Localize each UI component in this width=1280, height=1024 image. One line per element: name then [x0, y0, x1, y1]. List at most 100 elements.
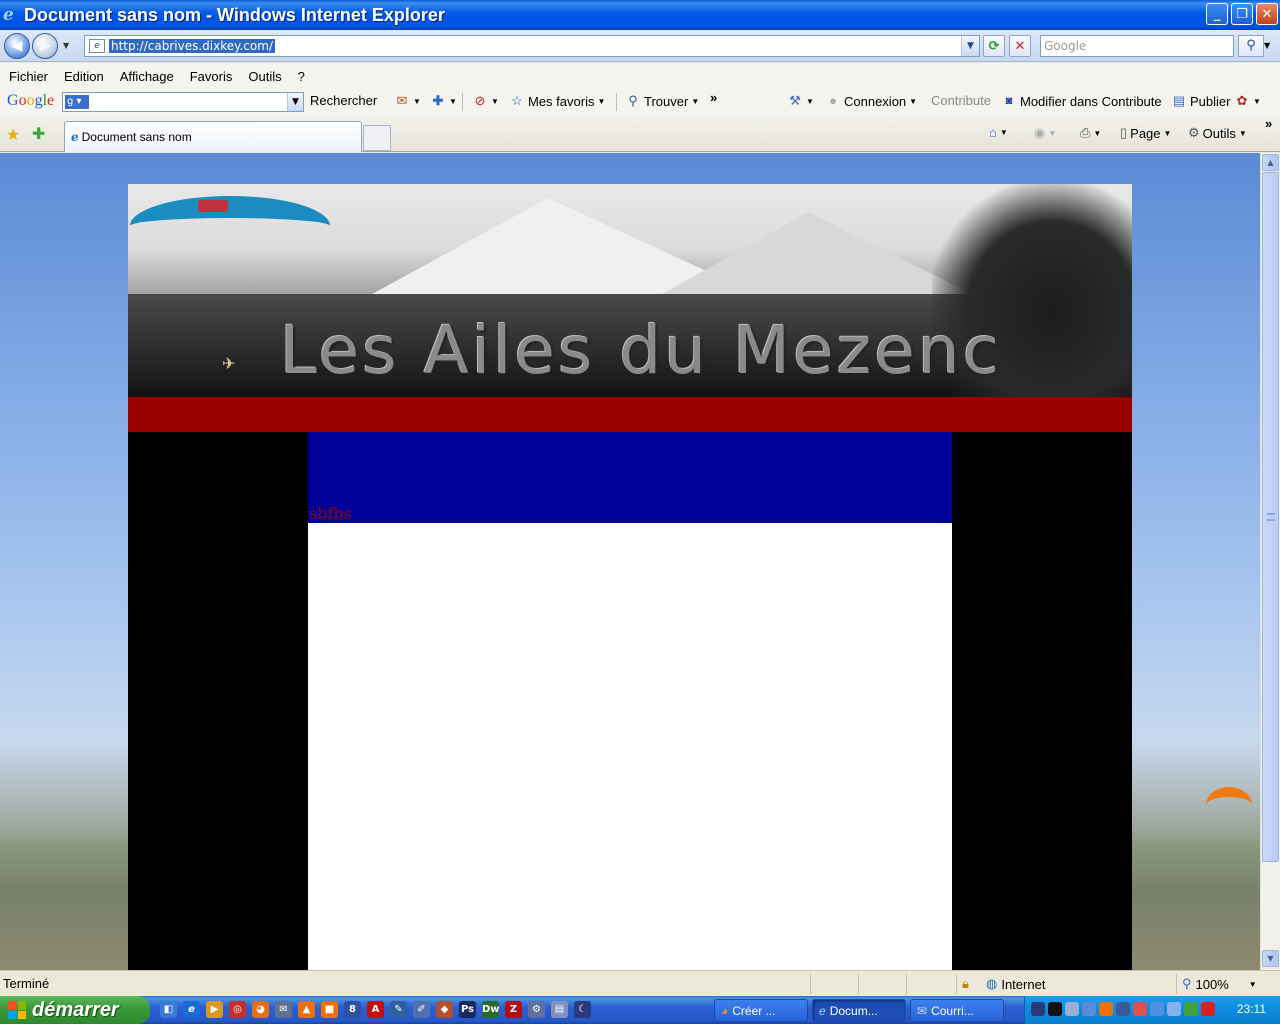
- refresh-button[interactable]: ⟳: [983, 35, 1005, 57]
- app-icon[interactable]: 8: [344, 1001, 361, 1018]
- more-commands-icon[interactable]: »: [1265, 116, 1272, 131]
- favorites-star-icon[interactable]: ★: [6, 125, 20, 144]
- menu-affichage[interactable]: Affichage: [120, 69, 174, 84]
- feeds-button[interactable]: ◉ ▼: [1034, 125, 1056, 141]
- new-tab-button[interactable]: [363, 125, 391, 151]
- app-icon[interactable]: ■: [321, 1001, 338, 1018]
- address-bar[interactable]: e http://cabrives.dixkey.com/ ▼: [84, 35, 980, 57]
- google-search-button[interactable]: Rechercher: [310, 93, 377, 108]
- minimize-button[interactable]: _: [1206, 3, 1228, 25]
- google-search-label: Rechercher: [310, 93, 378, 108]
- task-firefox[interactable]: ◕ Créer ...: [714, 999, 808, 1022]
- contribute-button[interactable]: Contribute: [931, 93, 991, 108]
- scroll-up-button[interactable]: ▲: [1262, 154, 1279, 171]
- page-menu-button[interactable]: ▯ Page ▼: [1120, 125, 1171, 141]
- tray-icon[interactable]: [1099, 1002, 1113, 1016]
- stop-button[interactable]: ✕: [1009, 35, 1031, 57]
- vertical-scrollbar[interactable]: ▲ ▼: [1260, 153, 1280, 970]
- task-label: Courri...: [931, 1003, 974, 1018]
- find-button[interactable]: ⚲ Trouver ▼: [625, 93, 699, 109]
- home-button[interactable]: ⌂ ▼: [989, 125, 1008, 140]
- firefox-icon[interactable]: ◕: [252, 1001, 269, 1018]
- media-player-icon[interactable]: ▶: [206, 1001, 223, 1018]
- dreamweaver-icon[interactable]: Dw: [482, 1001, 500, 1018]
- start-button[interactable]: démarrer: [0, 996, 150, 1024]
- forward-button[interactable]: ▶: [32, 33, 58, 59]
- search-input[interactable]: Google: [1040, 35, 1234, 57]
- wrench-button[interactable]: ⚒ ▼: [787, 93, 814, 109]
- toolbar-options-icon: ✉: [396, 93, 408, 108]
- globe-icon: ◍: [986, 976, 998, 991]
- filezilla-icon[interactable]: Z: [505, 1001, 522, 1018]
- moon-icon[interactable]: ☾: [574, 1001, 591, 1018]
- page-icon: ▯: [1120, 125, 1128, 140]
- security-zone[interactable]: ◍ Internet: [986, 976, 1045, 992]
- google-search-input[interactable]: g ▾ ▼: [62, 92, 304, 112]
- system-tray: 23:11: [1024, 996, 1280, 1024]
- tray-icon[interactable]: [1201, 1002, 1215, 1016]
- app-icon[interactable]: ◎: [229, 1001, 246, 1018]
- more-tools-icon[interactable]: »: [710, 90, 717, 105]
- menu-favoris[interactable]: Favoris: [190, 69, 233, 84]
- tray-icon[interactable]: [1031, 1002, 1045, 1016]
- address-url[interactable]: http://cabrives.dixkey.com/: [109, 39, 275, 53]
- tray-icon[interactable]: [1167, 1002, 1181, 1016]
- tray-icon[interactable]: [1116, 1002, 1130, 1016]
- task-mail[interactable]: ✉ Courri...: [910, 999, 1004, 1022]
- tray-icon[interactable]: [1065, 1002, 1079, 1016]
- menu-edition[interactable]: Edition: [64, 69, 104, 84]
- notepad-icon[interactable]: ✎: [390, 1001, 407, 1018]
- zoom-control[interactable]: ⚲ 100% ▼: [1182, 976, 1257, 992]
- address-dropdown-icon[interactable]: ▼: [961, 36, 979, 56]
- edit-in-contribute-button[interactable]: ◙ Modifier dans Contribute: [1001, 93, 1162, 109]
- scroll-thumb[interactable]: [1262, 172, 1279, 862]
- tab-title: Document sans nom: [81, 130, 192, 144]
- search-button[interactable]: ⚲: [1238, 35, 1264, 57]
- toolbar-separator: [462, 93, 463, 111]
- print-button[interactable]: ⎙ ▼: [1080, 125, 1101, 141]
- menu-outils[interactable]: Outils: [248, 69, 281, 84]
- left-column: [128, 432, 308, 970]
- app-icon[interactable]: ⚙: [528, 1001, 545, 1018]
- vlc-icon[interactable]: ▲: [298, 1001, 315, 1018]
- zoom-dropdown-icon[interactable]: ▼: [1249, 980, 1257, 989]
- acrobat-icon[interactable]: A: [367, 1001, 384, 1018]
- toolbar-options-button[interactable]: ✉ ▼: [394, 93, 421, 109]
- scroll-down-button[interactable]: ▼: [1262, 950, 1279, 967]
- ie-icon[interactable]: e: [183, 1001, 200, 1018]
- search-options-icon[interactable]: ▼: [1264, 41, 1270, 50]
- app-icon[interactable]: ✉: [275, 1001, 292, 1018]
- close-button[interactable]: ✕: [1256, 3, 1278, 25]
- back-button[interactable]: ◀: [4, 33, 30, 59]
- show-desktop-icon[interactable]: ◧: [160, 1001, 177, 1018]
- history-dropdown-icon[interactable]: ▼: [63, 41, 69, 50]
- tools-menu-button[interactable]: ⚙ Outils ▼: [1188, 125, 1247, 141]
- task-ie[interactable]: e Docum...: [812, 999, 906, 1022]
- google-search-dropdown-icon[interactable]: ▼: [287, 93, 303, 111]
- editor-icon[interactable]: ✐: [413, 1001, 430, 1018]
- tray-icon[interactable]: [1133, 1002, 1147, 1016]
- app-icon[interactable]: ▤: [551, 1001, 568, 1018]
- photoshop-icon[interactable]: Ps: [459, 1001, 476, 1018]
- maximize-button[interactable]: ❐: [1231, 3, 1253, 25]
- app-icon[interactable]: ◆: [436, 1001, 453, 1018]
- add-button[interactable]: ✚ ▼: [430, 93, 457, 109]
- menu-fichier[interactable]: Fichier: [9, 69, 48, 84]
- login-button[interactable]: ● Connexion ▼: [825, 93, 917, 109]
- menu-help[interactable]: ?: [298, 69, 305, 84]
- toolbar-separator: [616, 93, 617, 111]
- tab-document[interactable]: e Document sans nom: [64, 121, 362, 152]
- status-divider: [1176, 974, 1177, 994]
- site-title: Les Ailes du Mezenc: [280, 312, 1002, 389]
- ie-logo-icon: e: [3, 5, 14, 25]
- popup-blocker-button[interactable]: ⊘ ▼: [472, 93, 499, 109]
- tray-icon[interactable]: [1184, 1002, 1198, 1016]
- bookmarks-button[interactable]: ☆ Mes favoris ▼: [509, 93, 605, 109]
- publish-button[interactable]: ▤ Publier: [1171, 93, 1231, 109]
- tray-icon[interactable]: [1082, 1002, 1096, 1016]
- tray-icon[interactable]: [1150, 1002, 1164, 1016]
- extension-button[interactable]: ✿ ▼: [1234, 93, 1261, 109]
- protected-mode-icon[interactable]: 🔒︎: [962, 976, 969, 992]
- tray-icon[interactable]: [1048, 1002, 1062, 1016]
- add-favorite-icon[interactable]: ✚: [32, 124, 45, 143]
